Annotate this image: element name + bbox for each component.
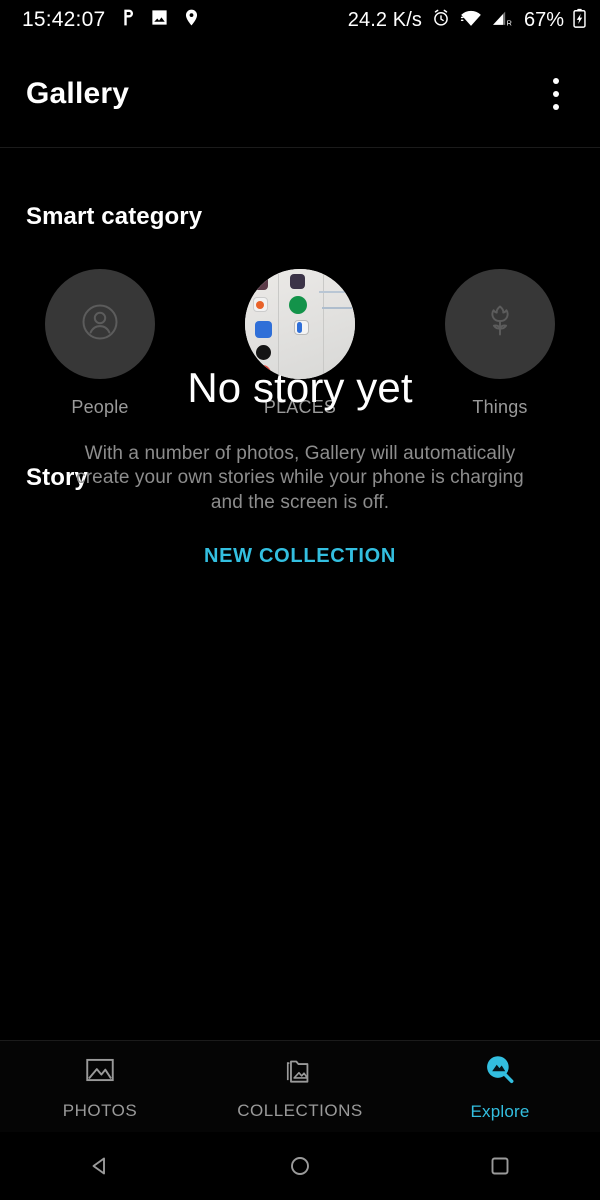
back-triangle-icon[interactable]	[0, 1132, 200, 1200]
folder-image-icon	[283, 1053, 317, 1092]
smart-category-heading: Smart category	[26, 203, 203, 230]
main-content: Smart category People PLACES Things Stor…	[0, 148, 600, 1040]
home-circle-icon[interactable]	[200, 1132, 400, 1200]
empty-story-subtitle: With a number of photos, Gallery will au…	[76, 443, 524, 513]
location-pin-icon	[182, 8, 201, 32]
empty-story-state: No story yet With a number of photos, Ga…	[0, 364, 600, 568]
photo-thumbnail	[245, 269, 355, 379]
overflow-dot	[553, 90, 559, 97]
tab-explore[interactable]: Explore	[400, 1041, 600, 1132]
person-circle-icon	[76, 298, 124, 351]
overflow-dot	[553, 103, 559, 110]
flower-icon	[477, 299, 523, 350]
image-outline-icon	[83, 1053, 117, 1092]
overflow-menu-icon[interactable]	[534, 70, 578, 118]
tab-photos[interactable]: PHOTOS	[0, 1041, 200, 1132]
explore-search-icon	[482, 1052, 518, 1093]
system-navigation-bar	[0, 1132, 600, 1200]
tab-collections-label: COLLECTIONS	[237, 1100, 363, 1120]
alarm-clock-icon	[431, 8, 451, 33]
photo-icon	[150, 8, 169, 32]
empty-story-title: No story yet	[187, 364, 413, 411]
things-circle	[445, 269, 555, 379]
status-bar: 15:42:07 24.2 K/s R 67%	[0, 0, 600, 40]
app-bar: Gallery	[0, 40, 600, 148]
bottom-tab-bar: PHOTOS COLLECTIONS Explore	[0, 1040, 600, 1132]
cellular-signal-icon: R	[491, 8, 515, 33]
battery-charging-icon	[573, 8, 586, 33]
tab-photos-label: PHOTOS	[62, 1100, 138, 1120]
people-circle	[45, 269, 155, 379]
status-clock: 15:42:07	[22, 8, 106, 31]
page-title: Gallery	[26, 76, 130, 110]
tab-collections[interactable]: COLLECTIONS	[200, 1041, 400, 1132]
gallery-app-screen: 15:42:07 24.2 K/s R 67% Gallery Smart ca…	[0, 0, 600, 1200]
status-bar-right: 24.2 K/s R 67%	[348, 8, 586, 33]
places-circle	[245, 269, 355, 379]
status-bar-left: 15:42:07	[22, 8, 201, 32]
svg-text:R: R	[507, 18, 512, 27]
network-speed: 24.2 K/s	[347, 8, 422, 31]
wifi-icon	[460, 8, 482, 33]
tab-explore-label: Explore	[470, 1101, 530, 1121]
new-collection-button[interactable]: NEW COLLECTION	[204, 545, 396, 568]
pocket-icon	[118, 8, 137, 32]
battery-percent: 67%	[523, 8, 564, 31]
recents-square-icon[interactable]	[400, 1132, 600, 1200]
overflow-dot	[553, 77, 559, 84]
